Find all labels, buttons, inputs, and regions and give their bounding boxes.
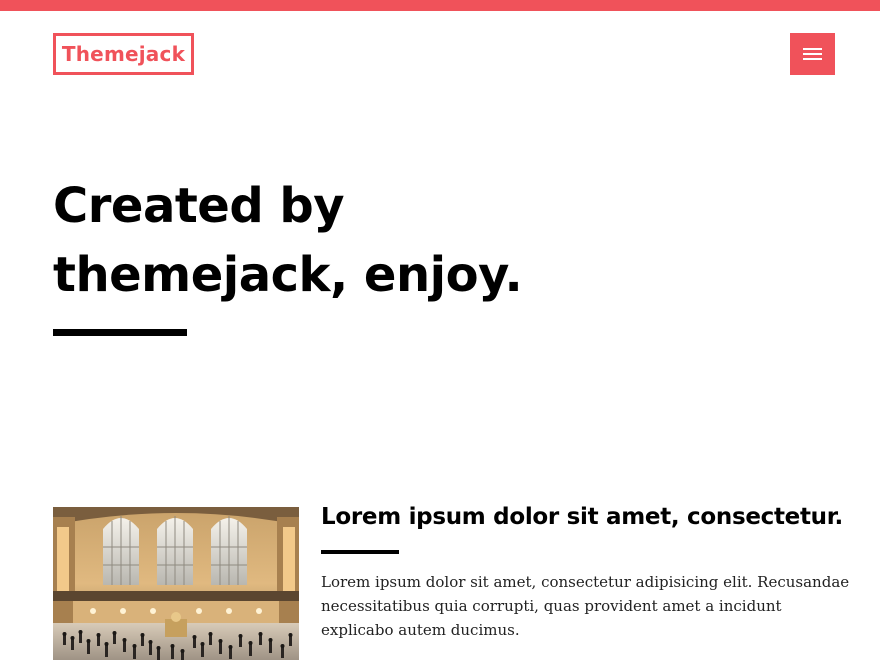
top-accent-bar <box>0 0 880 11</box>
hero-divider <box>53 329 187 336</box>
menu-button[interactable] <box>790 33 835 75</box>
post-thumbnail[interactable] <box>53 507 299 660</box>
post-divider <box>321 550 399 554</box>
train-station-photo <box>53 507 299 660</box>
post-title[interactable]: Lorem ipsum dolor sit amet, consectetur. <box>321 500 851 534</box>
hero-title: Created by themejack, enjoy. <box>53 172 613 310</box>
hero-title-line-2: themejack, enjoy. <box>53 247 523 303</box>
post-excerpt: Lorem ipsum dolor sit amet, consectetur … <box>321 573 850 639</box>
hamburger-icon-bar <box>803 53 822 55</box>
hero-title-line-1: Created by <box>53 178 345 234</box>
hamburger-icon-bar <box>803 58 822 60</box>
hamburger-icon <box>803 48 822 50</box>
site-logo[interactable]: Themejack <box>53 33 194 75</box>
